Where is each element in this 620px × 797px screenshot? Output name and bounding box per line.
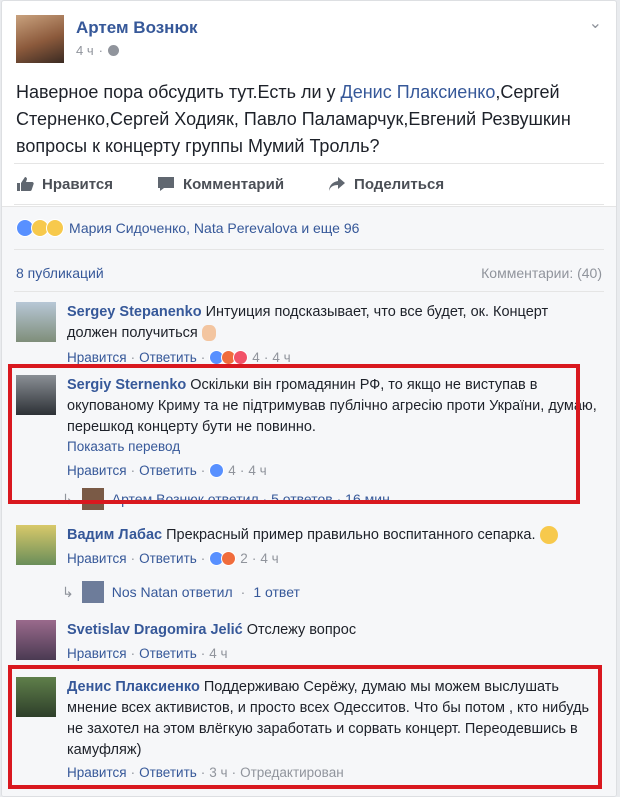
divider (14, 249, 604, 250)
love-reaction-icon (233, 350, 249, 365)
ok-hand-emoji-icon (201, 325, 216, 342)
commenter-name[interactable]: Svetislav Dragomira Jelić (67, 622, 243, 638)
post-card: Артем Вознюк 4 ч · ⌄ Наверное пора обсуд… (1, 0, 617, 797)
chevron-down-icon[interactable]: ⌄ (589, 13, 602, 33)
post-actions: Нравится Комментарий Поделиться (14, 163, 604, 205)
reactors-names[interactable]: Мария Сидоченко, Nata Perevalova и еще 9… (69, 220, 359, 236)
reply-arrow-icon: ↳ (62, 583, 74, 600)
comment-like-link[interactable]: Нравится (67, 646, 127, 661)
comment-button[interactable]: Комментарий (157, 176, 284, 193)
reaction-count[interactable]: 4 (252, 350, 260, 365)
divider (14, 291, 604, 292)
angry-reaction-icon (221, 551, 237, 566)
post-author[interactable]: Артем Вознюк (76, 18, 197, 38)
reaction-count[interactable]: 2 (240, 551, 248, 566)
red-highlight-box (8, 665, 602, 789)
comment: Svetislav Dragomira Jelić Отслежу вопрос … (16, 620, 602, 670)
comment-like-link[interactable]: Нравится (67, 551, 127, 566)
comment: Вадим Лабас Прекрасный пример правильно в… (16, 525, 602, 585)
comment-icon (158, 177, 175, 191)
comment-reply-link[interactable]: Ответить (139, 350, 197, 365)
reply-avatar (81, 581, 104, 603)
mention-link[interactable]: Денис Плаксиенко (341, 82, 496, 102)
comment-like-link[interactable]: Нравится (67, 350, 127, 365)
author-avatar[interactable] (16, 15, 64, 63)
thumbs-up-icon (17, 177, 34, 191)
comment-text: Прекрасный пример правильно воспитанного… (166, 527, 536, 543)
comment-time[interactable]: 4 ч (260, 551, 278, 566)
sad-reaction-icon (46, 219, 64, 237)
share-icon (329, 177, 346, 191)
smile-emoji-icon (539, 526, 558, 545)
red-highlight-box (8, 364, 580, 504)
replies-link[interactable]: ↳ Nos Natan ответил · 1 ответ (62, 581, 300, 603)
commenter-name[interactable]: Sergey Stepanenko (67, 304, 202, 320)
globe-icon (107, 45, 119, 56)
like-button[interactable]: Нравится (16, 176, 113, 193)
reactions-summary[interactable]: Мария Сидоченко, Nata Perevalova и еще 9… (16, 219, 359, 237)
post-meta: 4 ч · (76, 43, 119, 58)
publications-link[interactable]: 8 публикаций (16, 265, 104, 281)
commenter-avatar[interactable] (16, 302, 56, 342)
commenter-avatar[interactable] (16, 620, 56, 660)
comment-time[interactable]: 4 ч (272, 350, 290, 365)
post-text: Наверное пора обсудить тут.Есть ли у Ден… (16, 82, 571, 156)
commenter-name[interactable]: Вадим Лабас (67, 527, 162, 543)
comments-count: Комментарии: (40) (481, 265, 602, 281)
comment-time[interactable]: 4 ч (209, 646, 227, 661)
share-button[interactable]: Поделиться (328, 176, 444, 193)
comment-text: Отслежу вопрос (246, 622, 357, 638)
commenter-avatar[interactable] (16, 525, 56, 565)
post-time[interactable]: 4 ч (76, 43, 94, 58)
comment-reply-link[interactable]: Ответить (139, 551, 197, 566)
comment-reply-link[interactable]: Ответить (139, 646, 197, 661)
comment-actions: Нравится · Ответить · 4 · 4 ч (67, 350, 291, 365)
comment: Sergey Stepanenko Интуиция подсказывает, … (16, 302, 602, 372)
comment-actions: Нравится · Ответить · 2 · 4 ч (67, 551, 279, 566)
comment-actions: Нравится · Ответить · 4 ч (67, 646, 228, 661)
comments-section: Мария Сидоченко, Nata Perevalova и еще 9… (2, 206, 616, 796)
